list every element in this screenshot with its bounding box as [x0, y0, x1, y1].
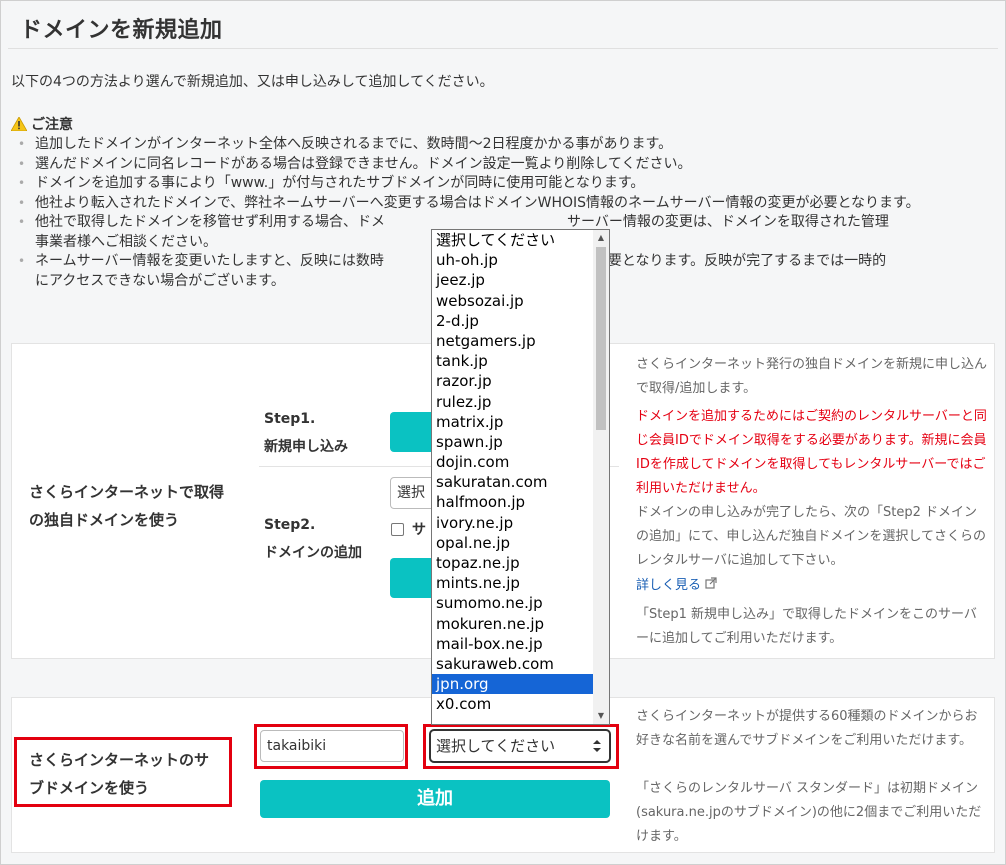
domain-dropdown-list[interactable]: 選択してください uh-oh.jp jeez.jp websozai.jp 2-d.jp…	[431, 229, 610, 725]
dropdown-option[interactable]: dojin.com	[432, 452, 594, 472]
own-domain-info: さくらインターネット発行の独自ドメインを新規に申し込んで取得/追加します。	[636, 357, 988, 396]
scrollbar-thumb[interactable]	[596, 247, 606, 430]
dropdown-option[interactable]: rulez.jp	[432, 392, 594, 412]
subdomain-info: さくらインターネットが提供する60種類のドメインからお好きな名前を選んでサブドメ…	[636, 709, 978, 748]
note-text-tail: サーバー情報の変更は、ドメインを取得された管理	[567, 214, 889, 230]
dropdown-option[interactable]: uh-oh.jp	[432, 250, 594, 270]
own-domain-label: さくらインターネットで取得の独自ドメインを使う	[29, 483, 225, 529]
external-link-icon	[705, 574, 717, 598]
highlight-box-input	[254, 724, 408, 769]
highlight-box-select	[423, 724, 619, 769]
own-domain-checkbox-row[interactable]: サ	[391, 519, 426, 539]
note-text-tail: 間が必要となります。反映が完了するまでは一時的	[565, 253, 887, 269]
note-text-line2: 事業者様へご相談ください。	[35, 233, 217, 250]
dropdown-option[interactable]: halfmoon.jp	[432, 492, 594, 512]
dropdown-option[interactable]: topaz.ne.jp	[432, 553, 594, 573]
checkbox[interactable]	[391, 522, 404, 536]
highlight-box-label	[14, 737, 232, 807]
dropdown-option[interactable]: netgamers.jp	[432, 331, 594, 351]
step2-heading: Step2. ドメインの追加	[264, 511, 362, 567]
dropdown-options: 選択してください uh-oh.jp jeez.jp websozai.jp 2-d.jp…	[432, 230, 594, 715]
add-button[interactable]: 追加	[260, 780, 610, 818]
dropdown-option[interactable]: mints.ne.jp	[432, 573, 594, 593]
dropdown-option[interactable]: opal.ne.jp	[432, 533, 594, 553]
notes-heading-label: ご注意	[31, 117, 73, 133]
page-title: ドメインを新規追加	[20, 18, 223, 43]
own-domain-warning: ドメインを追加するためにはご契約のレンタルサーバーと同じ会員IDでドメイン取得を…	[636, 409, 987, 496]
dropdown-option[interactable]: matrix.jp	[432, 412, 594, 432]
own-domain-step1-info: 「Step1 新規申し込み」で取得したドメインをこのサーバーに追加してご利用いた…	[636, 607, 977, 646]
step1-sub: 新規申し込み	[264, 439, 348, 455]
step1-label: Step1.	[264, 411, 316, 427]
dropdown-option[interactable]: mokuren.ne.jp	[432, 614, 594, 634]
note-text: 他社で取得したドメインを移管せず利用する場合、ドメ	[35, 214, 385, 230]
dropdown-option[interactable]: jeez.jp	[432, 270, 594, 290]
dropdown-option[interactable]: x0.com	[432, 694, 594, 714]
note-item: 他社より転入されたドメインで、弊社ネームサーバーへ変更する場合はドメインWHOI…	[18, 194, 986, 214]
dropdown-option[interactable]: jpn.org	[432, 674, 594, 695]
dropdown-option[interactable]: mail-box.ne.jp	[432, 634, 594, 654]
note-item: 選んだドメインに同名レコードがある場合は登録できません。ドメイン設定一覧より削除…	[18, 155, 986, 175]
dropdown-option[interactable]: razor.jp	[432, 371, 594, 391]
dropdown-option[interactable]: tank.jp	[432, 351, 594, 371]
note-item: 追加したドメインがインターネット全体へ反映されるまでに、数時間〜2日程度かかる事…	[18, 135, 986, 155]
checkbox-label: サ	[412, 522, 426, 538]
subdomain-plan-info: 「さくらのレンタルサーバ スタンダード」は初期ドメイン(sakura.ne.jp…	[636, 781, 982, 844]
dropdown-option[interactable]: sakuratan.com	[432, 472, 594, 492]
dropdown-option[interactable]: ivory.ne.jp	[432, 513, 594, 533]
dropdown-option[interactable]: sakuraweb.com	[432, 654, 594, 674]
note-text: ネームサーバー情報を変更いたしますと、反映には数時	[35, 253, 384, 269]
dropdown-option[interactable]: 2-d.jp	[432, 311, 594, 331]
notes-heading: ご注意	[11, 114, 73, 134]
step1-heading: Step1. 新規申し込み	[264, 405, 348, 461]
scroll-up-icon[interactable]: ▲	[593, 230, 609, 246]
note-text-line2: にアクセスできない場合がございます。	[35, 272, 285, 289]
dropdown-scrollbar[interactable]: ▲ ▼	[593, 230, 609, 724]
dropdown-option[interactable]: 選択してください	[432, 230, 594, 250]
details-link[interactable]: 詳しく見る	[636, 574, 717, 598]
step2-label: Step2.	[264, 517, 316, 533]
note-item: ドメインを追加する事により「www.」が付与されたサブドメインが同時に使用可能と…	[18, 174, 986, 194]
title-divider	[8, 48, 998, 49]
scroll-down-icon[interactable]: ▼	[593, 708, 609, 724]
warning-icon	[11, 117, 27, 131]
intro-text: 以下の4つの方法より選んで新規追加、又は申し込みして追加してください。	[11, 74, 494, 90]
own-domain-step2-info: ドメインの申し込みが完了したら、次の「Step2 ドメインの追加」にて、申し込ん…	[636, 505, 986, 568]
dropdown-option[interactable]: websozai.jp	[432, 291, 594, 311]
step2-sub: ドメインの追加	[264, 545, 362, 561]
dropdown-option[interactable]: spawn.jp	[432, 432, 594, 452]
dropdown-option[interactable]: sumomo.ne.jp	[432, 593, 594, 613]
details-link-label: 詳しく見る	[636, 578, 702, 593]
